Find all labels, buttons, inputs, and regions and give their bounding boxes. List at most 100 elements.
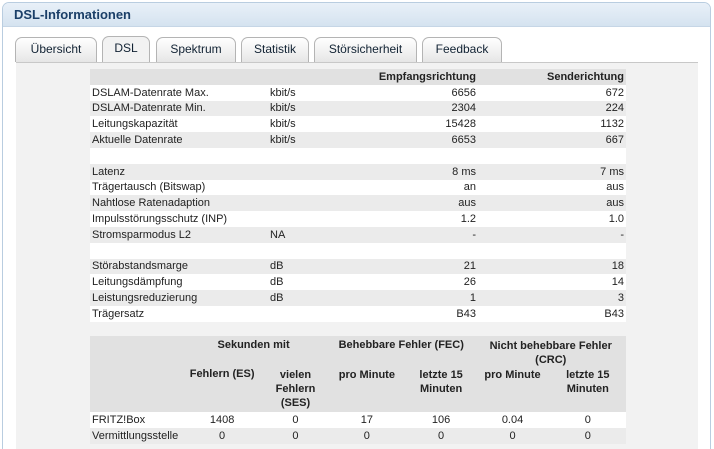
error-row: Vermittlungsstelle 0 0 0 0 0 0	[90, 428, 626, 444]
table-row: Aktuelle Datenrate kbit/s 6653 667	[90, 132, 626, 148]
tab-feedback[interactable]: Feedback	[422, 37, 502, 62]
row-label: DSLAM-Datenrate Min.	[90, 100, 268, 117]
row-unit: kbit/s	[268, 100, 360, 117]
row-value-down: 1	[360, 290, 478, 306]
tab-statistik[interactable]: Statistik	[241, 37, 309, 62]
group-header-seconds: Sekunden mit	[180, 336, 327, 368]
row-unit	[268, 195, 360, 212]
row-value-up: 14	[478, 274, 626, 291]
row-label: Trägersatz	[90, 305, 268, 322]
panel-title: DSL-Informationen	[3, 3, 710, 27]
error-value: 0	[475, 428, 550, 444]
row-value-up: 224	[478, 100, 626, 117]
error-value: 17	[326, 412, 407, 428]
col-header-down: Empfangsrichtung	[360, 69, 478, 85]
error-value: 0.04	[475, 412, 550, 428]
spacer-row	[90, 242, 626, 259]
table-row: Stromsparmodus L2 NA - -	[90, 226, 626, 243]
row-value-up: B43	[478, 305, 626, 322]
row-unit: dB	[268, 258, 360, 275]
error-value: 0	[326, 428, 407, 444]
row-value-down: -	[360, 226, 478, 243]
row-value-up: aus	[478, 179, 626, 196]
error-value: 0	[406, 428, 476, 444]
row-value-down: 6653	[360, 132, 478, 148]
table-row: Nahtlose Ratenadaption aus aus	[90, 195, 626, 212]
row-label: Leitungskapazität	[90, 116, 268, 133]
row-value-up: 667	[478, 132, 626, 148]
tab-dsl[interactable]: DSL	[102, 36, 150, 63]
row-value-up: aus	[478, 195, 626, 212]
table-row: Trägertausch (Bitswap) an aus	[90, 179, 626, 196]
table-row: Störabstandsmarge dB 21 18	[90, 258, 626, 275]
table-row: Leitungskapazität kbit/s 15428 1132	[90, 116, 626, 133]
subheader-crc-15: letzte 15 Minuten	[549, 368, 626, 412]
table-row: Latenz 8 ms 7 ms	[90, 163, 626, 180]
row-label: Trägertausch (Bitswap)	[90, 179, 268, 196]
error-value: 0	[180, 428, 265, 444]
tab-content: Empfangsrichtung Senderichtung DSLAM-Dat…	[16, 62, 698, 449]
tab-bar: Übersicht DSL Spektrum Statistik Störsic…	[3, 28, 710, 63]
row-unit: kbit/s	[268, 132, 360, 148]
row-value-up: 1132	[478, 116, 626, 133]
row-value-up: 672	[478, 84, 626, 101]
subheader-es: Fehlern (ES)	[180, 368, 265, 412]
row-unit: kbit/s	[268, 84, 360, 101]
row-label: DSLAM-Datenrate Max.	[90, 84, 268, 101]
spacer-row	[90, 147, 626, 164]
error-value: 0	[549, 428, 626, 444]
table-row: Impulsstörungsschutz (INP) 1.2 1.0	[90, 211, 626, 227]
row-unit	[268, 179, 360, 196]
error-value: 106	[406, 412, 476, 428]
subheader-ses: vielen Fehlern (SES)	[264, 368, 327, 412]
row-unit: kbit/s	[268, 116, 360, 133]
row-value-down: an	[360, 179, 478, 196]
row-value-down: 21	[360, 258, 478, 275]
error-value: 0	[264, 428, 327, 444]
row-unit: NA	[268, 226, 360, 243]
row-unit: dB	[268, 290, 360, 306]
row-unit: dB	[268, 274, 360, 291]
row-unit	[268, 305, 360, 322]
row-label: Impulsstörungsschutz (INP)	[90, 211, 268, 227]
row-value-up: 3	[478, 290, 626, 306]
row-label: Nahtlose Ratenadaption	[90, 195, 268, 212]
error-row-label: Vermittlungsstelle	[90, 428, 181, 444]
subheader-fec-min: pro Minute	[326, 368, 407, 412]
error-value: 1408	[180, 412, 265, 428]
tab-spektrum[interactable]: Spektrum	[156, 37, 236, 62]
row-value-down: 8 ms	[360, 163, 478, 180]
error-value: 0	[264, 412, 327, 428]
row-value-up: 18	[478, 258, 626, 275]
row-label: Leitungsdämpfung	[90, 274, 268, 291]
group-header-crc: Nicht behebbare Fehler (CRC)	[475, 336, 626, 368]
subheader-crc-min: pro Minute	[475, 368, 550, 412]
row-label: Leistungsreduzierung	[90, 290, 268, 306]
error-table: Sekunden mit Behebbare Fehler (FEC) Nich…	[90, 336, 626, 444]
row-unit	[268, 211, 360, 227]
group-header-fec: Behebbare Fehler (FEC)	[326, 336, 476, 368]
row-value-down: 26	[360, 274, 478, 291]
dsl-info-panel: DSL-Informationen Übersicht DSL Spektrum…	[2, 2, 711, 449]
table-row: Trägersatz B43 B43	[90, 305, 626, 322]
row-value-up: 7 ms	[478, 163, 626, 180]
row-label: Aktuelle Datenrate	[90, 132, 268, 148]
error-value: 0	[549, 412, 626, 428]
tab-stoersicherheit[interactable]: Störsicherheit	[314, 37, 417, 62]
tab-uebersicht[interactable]: Übersicht	[15, 37, 97, 62]
row-unit	[268, 163, 360, 180]
row-value-down: 1.2	[360, 211, 478, 227]
table-row: Leistungsreduzierung dB 1 3	[90, 290, 626, 306]
row-value-down: B43	[360, 305, 478, 322]
col-header-up: Senderichtung	[478, 69, 626, 85]
row-value-down: 6656	[360, 84, 478, 101]
subheader-fec-15: letzte 15 Minuten	[406, 368, 476, 412]
error-row-label: FRITZ!Box	[90, 412, 181, 428]
row-value-up: -	[478, 226, 626, 243]
row-value-down: aus	[360, 195, 478, 212]
row-label: Latenz	[90, 163, 268, 180]
row-label: Störabstandsmarge	[90, 258, 268, 275]
row-label: Stromsparmodus L2	[90, 226, 268, 243]
row-value-up: 1.0	[478, 211, 626, 227]
table-row: DSLAM-Datenrate Min. kbit/s 2304 224	[90, 100, 626, 117]
